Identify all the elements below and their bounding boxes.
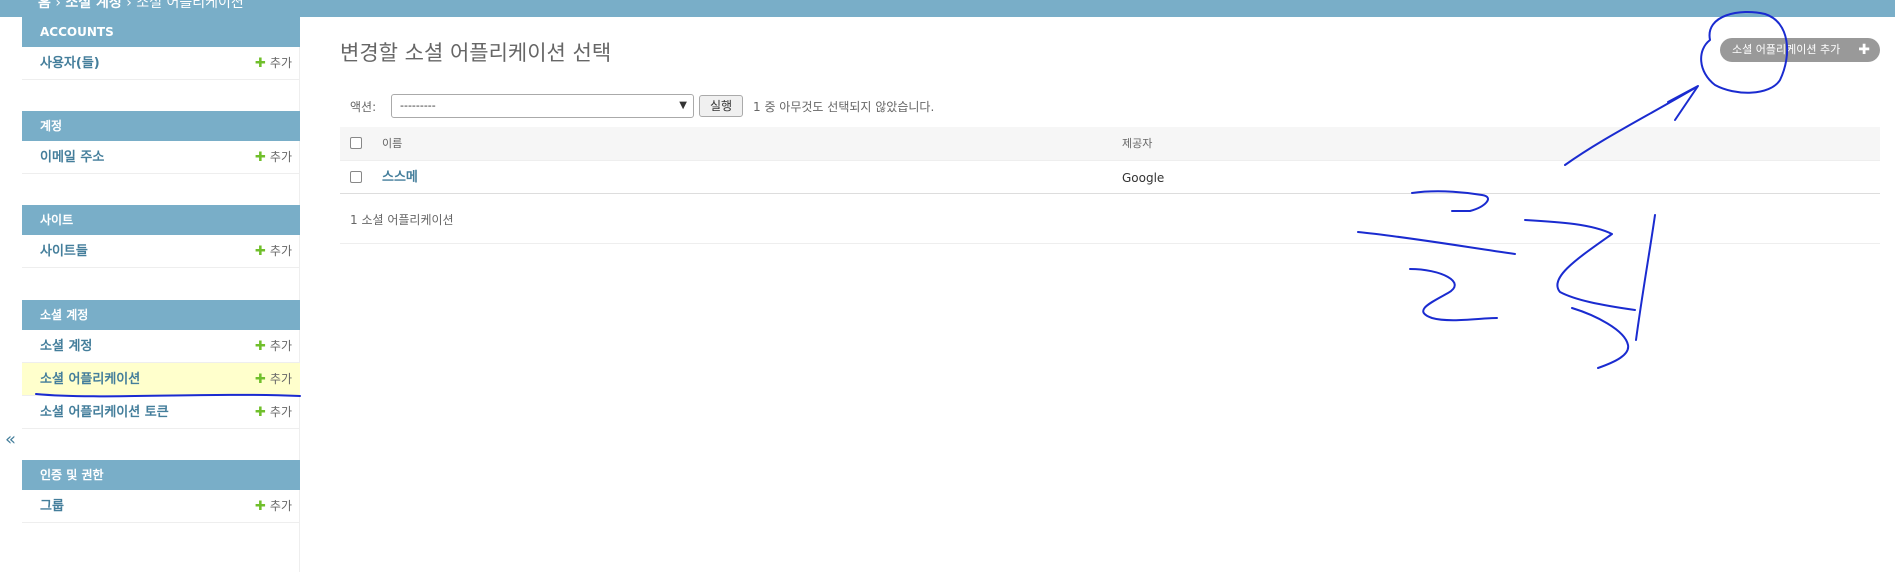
results-table: 이름 제공자 스스메 Google bbox=[340, 127, 1880, 194]
column-header-provider: 제공자 bbox=[1122, 137, 1153, 150]
sidebar-item-link[interactable]: 소셜 어플리케이션 bbox=[40, 372, 140, 387]
add-link[interactable]: ✚ 추가 bbox=[255, 396, 292, 429]
sidebar-item-link[interactable]: 그룹 bbox=[40, 499, 64, 514]
plus-icon: ✚ bbox=[255, 405, 266, 420]
actions-bar: 액션: --------- ▼ 실행 1 중 아무것도 선택되지 않았습니다. bbox=[340, 94, 1880, 120]
add-link[interactable]: ✚ 추가 bbox=[255, 330, 292, 363]
plus-icon: ✚ bbox=[255, 339, 266, 354]
module-accounts: ACCOUNTS 사용자(들) ✚ 추가 bbox=[22, 17, 300, 80]
plus-icon: ✚ bbox=[1858, 42, 1870, 58]
column-header-name[interactable]: 이름 bbox=[382, 127, 402, 161]
sidebar-item-email-addresses: 이메일 주소 ✚ 추가 bbox=[22, 141, 300, 174]
add-link[interactable]: ✚ 추가 bbox=[255, 47, 292, 80]
action-select[interactable]: --------- ▼ bbox=[391, 94, 694, 118]
module-header[interactable]: 계정 bbox=[22, 111, 300, 141]
module-header[interactable]: 사이트 bbox=[22, 205, 300, 235]
paginator: 1 소셜 어플리케이션 bbox=[340, 199, 1880, 244]
action-label: 액션: bbox=[350, 100, 377, 114]
add-link[interactable]: ✚ 추가 bbox=[255, 363, 292, 396]
plus-icon: ✚ bbox=[255, 499, 266, 514]
table-header: 이름 제공자 bbox=[340, 127, 1880, 161]
plus-icon: ✚ bbox=[255, 150, 266, 165]
sidebar-item-social-application-tokens: 소셜 어플리케이션 토큰 ✚ 추가 bbox=[22, 396, 300, 429]
plus-icon: ✚ bbox=[255, 244, 266, 259]
page-title: 변경할 소셜 어플리케이션 선택 bbox=[340, 41, 612, 65]
add-button-label: 소셜 어플리케이션 추가 bbox=[1732, 43, 1841, 56]
action-counter: 1 중 아무것도 선택되지 않았습니다. bbox=[753, 100, 935, 114]
module-account: 계정 이메일 주소 ✚ 추가 bbox=[22, 111, 300, 174]
sidebar-item-link[interactable]: 소셜 계정 bbox=[40, 339, 92, 354]
module-social-accounts: 소셜 계정 소셜 계정 ✚ 추가 소셜 어플리케이션 ✚ 추가 소셜 어플리케이션 … bbox=[22, 300, 300, 429]
breadcrumb-home[interactable]: 홈 bbox=[38, 0, 51, 11]
add-link[interactable]: ✚ 추가 bbox=[255, 235, 292, 268]
run-button[interactable]: 실행 bbox=[699, 95, 743, 117]
sidebar-item-link[interactable]: 소셜 어플리케이션 토큰 bbox=[40, 405, 169, 420]
row-name-link[interactable]: 스스메 bbox=[382, 161, 418, 195]
module-auth: 인증 및 권한 그룹 ✚ 추가 bbox=[22, 460, 300, 523]
plus-icon: ✚ bbox=[255, 56, 266, 71]
add-social-application-button[interactable]: 소셜 어플리케이션 추가 ✚ bbox=[1720, 38, 1880, 62]
module-header[interactable]: ACCOUNTS bbox=[22, 17, 300, 47]
add-link[interactable]: ✚ 추가 bbox=[255, 141, 292, 174]
table-row: 스스메 Google bbox=[340, 161, 1880, 194]
sidebar-item-social-applications: 소셜 어플리케이션 ✚ 추가 bbox=[22, 363, 300, 396]
chevron-down-icon: ▼ bbox=[679, 100, 687, 111]
row-checkbox[interactable] bbox=[350, 171, 362, 183]
select-all-checkbox[interactable] bbox=[350, 137, 362, 149]
sidebar: ACCOUNTS 사용자(들) ✚ 추가 계정 이메일 주소 ✚ 추가 사이트 사이… bbox=[22, 17, 300, 572]
module-header[interactable]: 소셜 계정 bbox=[22, 300, 300, 330]
breadcrumb-social-accounts[interactable]: 소셜 계정 bbox=[65, 0, 121, 11]
action-select-value: --------- bbox=[400, 99, 436, 112]
module-header[interactable]: 인증 및 권한 bbox=[22, 460, 300, 490]
sidebar-item-link[interactable]: 이메일 주소 bbox=[40, 150, 104, 165]
breadcrumb: 홈 › 소셜 계정 › 소셜 어플리케이션 bbox=[38, 0, 244, 12]
module-sites: 사이트 사이트들 ✚ 추가 bbox=[22, 205, 300, 268]
add-link[interactable]: ✚ 추가 bbox=[255, 490, 292, 523]
sidebar-item-link[interactable]: 사용자(들) bbox=[40, 56, 100, 71]
sidebar-item-link[interactable]: 사이트들 bbox=[40, 244, 88, 259]
sidebar-item-sites: 사이트들 ✚ 추가 bbox=[22, 235, 300, 268]
breadcrumb-current: 소셜 어플리케이션 bbox=[136, 0, 244, 11]
row-provider: Google bbox=[1122, 171, 1165, 185]
sidebar-item-groups: 그룹 ✚ 추가 bbox=[22, 490, 300, 523]
sidebar-item-social-accounts: 소셜 계정 ✚ 추가 bbox=[22, 330, 300, 363]
sidebar-collapse-toggle[interactable]: « bbox=[5, 429, 16, 450]
sidebar-item-users: 사용자(들) ✚ 추가 bbox=[22, 47, 300, 80]
plus-icon: ✚ bbox=[255, 372, 266, 387]
header-bar: 홈 › 소셜 계정 › 소셜 어플리케이션 bbox=[0, 0, 1895, 17]
